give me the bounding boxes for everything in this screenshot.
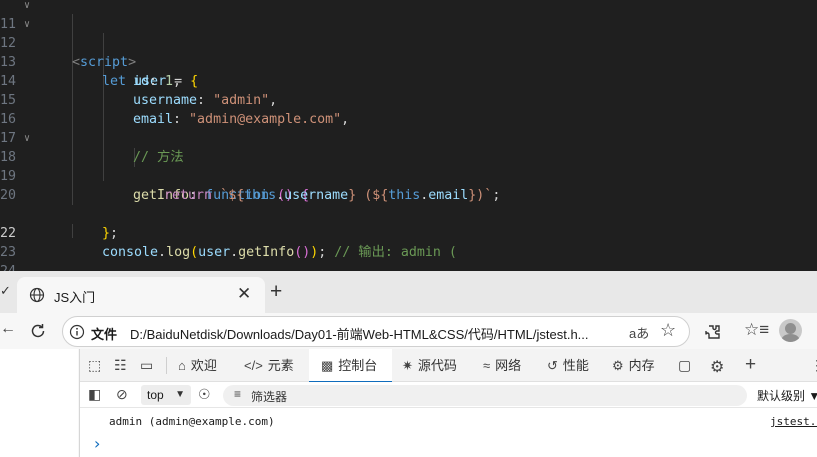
fold-chevron-icon[interactable]: ∨ xyxy=(24,129,36,148)
code-editor[interactable]: 11 ∨ <script> 12 ∨ let user = { 13 id: 1… xyxy=(0,0,817,271)
fold-chevron-icon[interactable]: ∨ xyxy=(24,0,36,15)
back-arrow-icon[interactable]: ← xyxy=(0,320,16,338)
devtools-panel: ⬚ ☷ ▭ ⌂欢迎 </>元素 ▩控制台 ✷源代码 ≈网络 ↺性能 xyxy=(79,349,817,457)
code-line[interactable]: 13 id: 1, xyxy=(0,34,817,89)
code-line-current[interactable]: 22 console.log(user.getInfo()); // 输出: a… xyxy=(0,205,817,260)
console-source-link[interactable]: jstest.h xyxy=(770,415,817,428)
code-line[interactable]: 12 ∨ let user = { xyxy=(0,15,817,89)
settings-gear-icon[interactable]: ⚙ xyxy=(710,357,724,377)
live-expression-eye-icon[interactable]: ☉ xyxy=(198,386,211,403)
filter-placeholder: 筛选器 xyxy=(251,390,288,404)
reload-icon[interactable] xyxy=(28,321,48,341)
tab-actions-chevron-icon[interactable]: ✓ xyxy=(0,283,11,299)
browser-tab[interactable]: JS入门 ✕ xyxy=(17,277,265,313)
more-tools-plus-icon[interactable]: + xyxy=(745,354,756,376)
more-options-icon[interactable]: ⋮ xyxy=(810,357,817,374)
divider xyxy=(166,357,167,374)
fold-chevron-icon[interactable]: ∨ xyxy=(24,15,36,34)
url-text[interactable]: D:/BaiduNetdisk/Downloads/Day01-前端Web-HT… xyxy=(130,324,589,343)
profile-avatar[interactable] xyxy=(779,319,802,342)
log-levels-dropdown[interactable]: 默认级别 ▼ xyxy=(757,387,817,404)
gauge-icon: ↺ xyxy=(547,358,558,373)
memory-icon: ⚙ xyxy=(612,358,624,373)
code-line[interactable]: 14 username: "admin", xyxy=(0,53,817,108)
console-sidebar-icon[interactable]: ◧ xyxy=(88,386,101,403)
favorite-star-icon[interactable]: ☆ xyxy=(660,320,676,341)
console-toolbar: ◧ ⊘ top ▼ ☉ ≡ 筛选器 默认级别 ▼ xyxy=(80,382,817,408)
code-line[interactable]: 15 email: "admin@example.com", xyxy=(0,72,817,127)
inspect-element-icon[interactable]: ⬚ xyxy=(88,357,101,374)
clear-console-icon[interactable]: ⊘ xyxy=(116,386,128,403)
code-line[interactable]: 16 xyxy=(0,91,817,127)
sidebar-toggle-icon[interactable]: ▭ xyxy=(140,357,153,374)
wifi-icon: ≈ xyxy=(483,358,491,373)
tab-sources[interactable]: ✷ 源代码 xyxy=(402,349,472,382)
address-bar[interactable]: 文件 D:/BaiduNetdisk/Downloads/Day01-前端Web… xyxy=(62,316,690,347)
dropdown-arrow-icon: ▼ xyxy=(808,389,817,403)
tab-strip: ✓ JS入门 ✕ + xyxy=(0,271,817,313)
navigation-bar: ← 文件 D:/BaiduNetdisk/Downloads/Day01-前端W… xyxy=(0,313,817,349)
context-selector[interactable]: top ▼ xyxy=(141,385,191,405)
code-line[interactable]: 20 } xyxy=(0,167,817,222)
home-icon: ⌂ xyxy=(178,358,186,373)
code-line[interactable]: 21 }; xyxy=(0,186,817,241)
info-icon[interactable] xyxy=(69,324,85,340)
dropdown-arrow-icon: ▼ xyxy=(175,389,185,400)
code-line[interactable]: 24 </script> xyxy=(0,243,817,271)
code-line[interactable]: 11 ∨ <script> xyxy=(0,0,817,70)
code-line[interactable]: 17 // 方法 xyxy=(0,110,817,165)
application-panel-icon[interactable]: ▢ xyxy=(678,357,691,374)
filter-icon: ≡ xyxy=(234,387,242,401)
page-viewport[interactable] xyxy=(0,349,78,457)
tab-console[interactable]: ▩ 控制台 xyxy=(309,349,392,383)
tab-welcome[interactable]: ⌂ 欢迎 xyxy=(178,349,236,382)
close-tab-icon[interactable]: ✕ xyxy=(237,284,251,304)
device-emulation-icon[interactable]: ☷ xyxy=(114,357,127,374)
console-output[interactable]: admin (admin@example.com) jstest.h › xyxy=(80,408,817,457)
devtools-tab-bar: ⬚ ☷ ▭ ⌂欢迎 </>元素 ▩控制台 ✷源代码 ≈网络 ↺性能 xyxy=(80,349,817,383)
tab-elements[interactable]: </> 元素 xyxy=(244,349,306,382)
code-line[interactable]: 25 </body> xyxy=(0,262,817,271)
tab-memory[interactable]: ⚙ 内存 xyxy=(612,349,668,382)
tab-network[interactable]: ≈ 网络 xyxy=(483,349,539,382)
extensions-icon[interactable] xyxy=(703,322,723,342)
console-icon: ▩ xyxy=(321,358,334,373)
code-line[interactable]: 19 return `${this.username} (${this.emai… xyxy=(0,148,817,203)
code-line[interactable]: 23 xyxy=(0,224,817,260)
new-tab-button[interactable]: + xyxy=(270,281,282,303)
console-message: admin (admin@example.com) xyxy=(109,415,275,428)
browser-window: ✓ JS入门 ✕ + ← 文件 D:/BaiduNetdisk/Download xyxy=(0,271,817,457)
tab-title: JS入门 xyxy=(54,290,96,305)
code-icon: </> xyxy=(244,358,263,373)
tab-performance[interactable]: ↺ 性能 xyxy=(547,349,603,382)
file-scheme-label: 文件 xyxy=(91,327,118,342)
bug-icon: ✷ xyxy=(402,358,413,373)
console-prompt-chevron-icon[interactable]: › xyxy=(94,434,100,453)
globe-icon xyxy=(29,287,45,303)
console-filter-input[interactable]: ≡ 筛选器 xyxy=(223,385,747,406)
favorites-icon[interactable]: ☆≡ xyxy=(744,320,769,340)
read-aloud-icon[interactable]: aあ xyxy=(629,323,649,342)
code-line[interactable]: 18 ∨ getInfo: function () { xyxy=(0,129,817,203)
